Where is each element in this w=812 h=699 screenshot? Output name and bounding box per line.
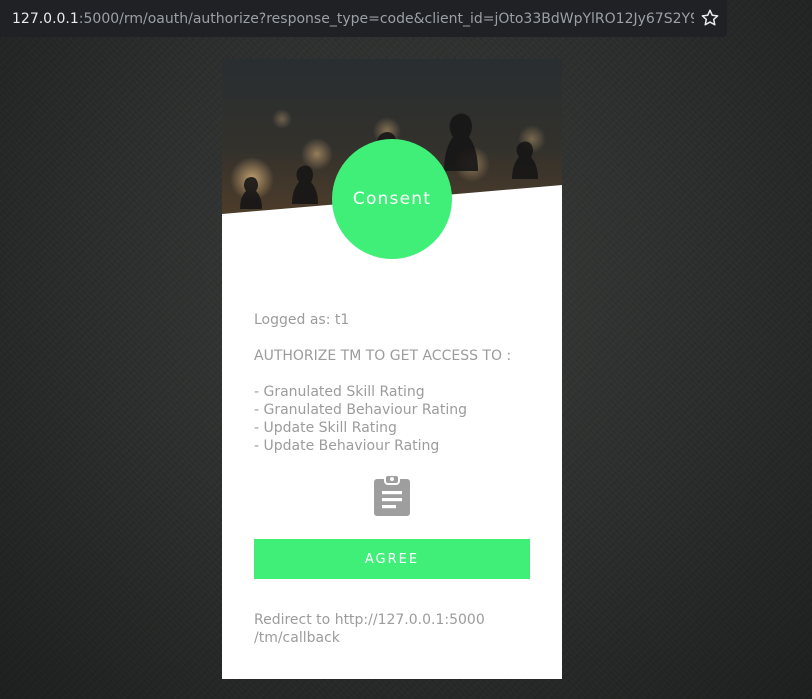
scope-item: - Update Behaviour Rating [254,438,440,454]
agree-button[interactable]: AGREE [254,539,530,579]
redirect-line-2: /tm/callback [254,630,340,646]
url-text[interactable]: 127.0.0.1:5000/rm/oauth/authorize?respon… [12,9,694,29]
scope-item: - Granulated Behaviour Rating [254,402,467,418]
redirect-text: Redirect to http://127.0.0.1:5000 /tm/ca… [254,611,534,647]
authorize-heading: AUTHORIZE TM TO GET ACCESS TO : [254,348,512,364]
redirect-line-1: Redirect to http://127.0.0.1:5000 [254,612,485,628]
consent-label: Consent [352,189,432,209]
scope-item: - Granulated Skill Rating [254,384,425,400]
address-bar[interactable]: 127.0.0.1:5000/rm/oauth/authorize?respon… [0,0,727,37]
clipboard-icon [374,474,410,516]
consent-card: Consent Logged as: t1 AUTHORIZE TM TO GE… [222,59,562,679]
scope-list: - Granulated Skill Rating - Granulated B… [254,383,467,455]
star-icon[interactable] [700,8,720,28]
consent-badge: Consent [332,139,452,259]
scope-item: - Update Skill Rating [254,420,397,436]
logged-as-text: Logged as: t1 [254,312,350,328]
url-host: 127.0.0.1 [12,11,79,27]
url-path: :5000/rm/oauth/authorize?response_type=c… [78,11,694,27]
